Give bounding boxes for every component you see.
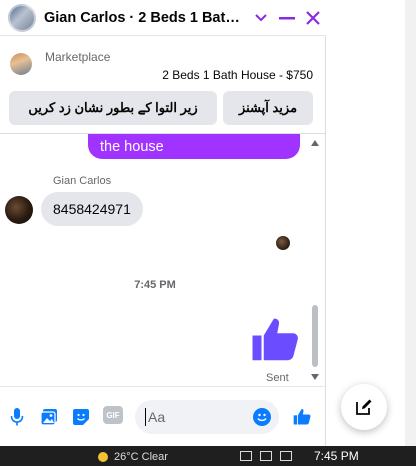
listing-thumbnail [10,53,32,75]
message-input-box[interactable] [135,400,279,434]
sender-avatar[interactable] [5,196,33,224]
incoming-message[interactable]: 8458424971 [41,192,143,226]
system-tray [240,451,292,461]
sticker-icon[interactable] [70,406,92,428]
page-scrollbar[interactable] [405,0,416,446]
chat-header[interactable]: Gian Carlos · 2 Beds 1 Bath... [0,0,326,36]
listing-actions: زیر التوا کے بطور نشان زد کریں مزید آپشن… [9,91,313,125]
message-composer: GIF [0,386,326,446]
like-icon[interactable] [291,406,313,428]
message-timestamp: 7:45 PM [134,279,176,291]
moon-icon [98,452,108,463]
gif-icon[interactable]: GIF [103,406,123,424]
messenger-window: Gian Carlos · 2 Beds 1 Bath... Marketpla… [0,0,416,466]
minimize-icon[interactable] [274,5,300,31]
sender-name: Gian Carlos [53,175,112,187]
chevron-down-icon[interactable] [248,5,274,31]
new-message-button[interactable] [341,384,387,430]
scrollbar-thumb[interactable] [312,305,318,367]
compose-icon [356,399,372,415]
marketplace-label: Marketplace [45,50,111,64]
header-controls [248,5,326,31]
weather-widget[interactable]: 26°C Clear [98,451,168,463]
weather-text: 26°C Clear [114,451,168,463]
listing-title: 2 Beds 1 Bath House - $750 [162,68,313,82]
marketplace-listing[interactable]: Marketplace 2 Beds 1 Bath House - $750 [0,37,326,93]
like-sticker-icon[interactable] [248,313,302,367]
photo-icon[interactable] [38,406,60,428]
more-options-button[interactable]: مزید آپشنز [223,91,313,125]
sent-status: Sent [266,372,289,384]
taskbar-clock[interactable]: 7:45 PM [314,449,359,463]
message-input[interactable] [145,408,260,426]
gif-label: GIF [106,410,120,420]
microphone-icon[interactable] [6,406,28,428]
close-icon[interactable] [300,5,326,31]
seen-indicator-avatar [276,236,290,250]
scroll-down-arrow-icon[interactable] [311,374,319,380]
scroll-up-arrow-icon[interactable] [311,140,319,146]
chat-title[interactable]: Gian Carlos · 2 Beds 1 Bath... [44,10,242,26]
tray-icon-camera[interactable] [240,451,252,461]
outgoing-message-text: the house [100,138,164,155]
chat-panel: Gian Carlos · 2 Beds 1 Bath... Marketpla… [0,0,326,446]
outgoing-message-partial: the house [88,134,300,159]
mark-as-pending-button[interactable]: زیر التوا کے بطور نشان زد کریں [9,91,217,125]
emoji-icon[interactable] [253,408,271,426]
tray-icon-network[interactable] [260,451,272,461]
contact-avatar[interactable] [8,3,36,32]
tray-icon-volume[interactable] [280,451,292,461]
os-taskbar: 26°C Clear 7:45 PM [0,446,416,466]
